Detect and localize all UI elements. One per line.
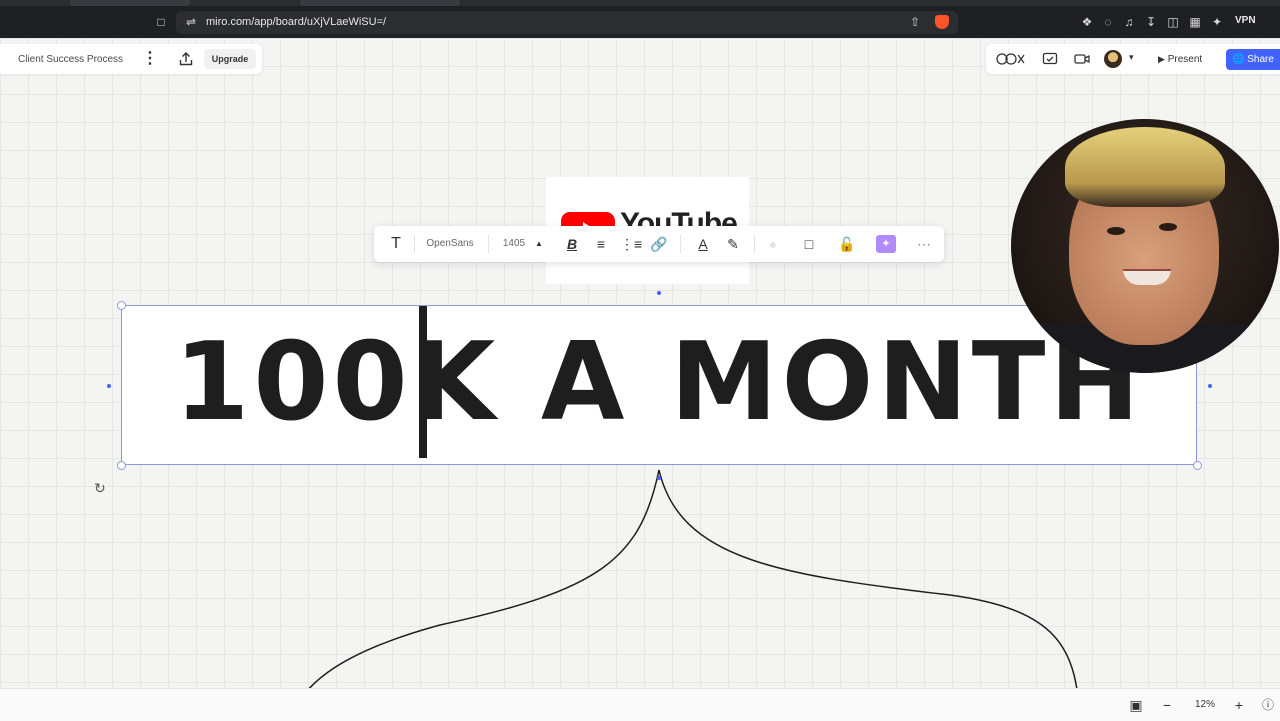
presenter-eye bbox=[1159, 223, 1177, 231]
board-name[interactable]: Client Success Process bbox=[18, 54, 123, 65]
connection-point[interactable] bbox=[657, 291, 661, 295]
divider bbox=[680, 235, 681, 253]
share-button[interactable]: 🌐 Share bbox=[1226, 49, 1280, 70]
more-options-icon[interactable]: ⋯ bbox=[914, 226, 934, 262]
wallet-icon[interactable]: ▦ bbox=[1188, 15, 1202, 29]
collab-panel: ▾ ▶ Present 🌐 Share bbox=[986, 44, 1280, 74]
resize-handle[interactable] bbox=[117, 461, 126, 470]
present-label: Present bbox=[1167, 54, 1203, 65]
help-icon[interactable]: ⓘ bbox=[1258, 695, 1278, 715]
align-center-icon[interactable]: ≡ bbox=[592, 226, 610, 262]
bullet-list-icon[interactable]: ⋮≡ bbox=[620, 226, 642, 262]
font-size-input[interactable]: 1405 bbox=[496, 226, 532, 262]
share-page-icon[interactable]: ⇧ bbox=[908, 15, 922, 29]
puzzle-icon[interactable]: ✦ bbox=[1210, 15, 1224, 29]
globe-icon: 🌐 bbox=[1232, 54, 1245, 65]
resize-handle[interactable] bbox=[1193, 461, 1202, 470]
sidebar-icon[interactable]: ◫ bbox=[1166, 15, 1180, 29]
download-icon[interactable]: ↧ bbox=[1144, 15, 1158, 29]
divider bbox=[488, 235, 489, 253]
text-format-toolbar: T OpenSans 1405 ▲ B ≡ ⋮≡ 🔗 A ✎ ● □ 🔓 ✦ ⋯ bbox=[374, 226, 944, 262]
share-label: Share bbox=[1247, 54, 1274, 65]
bold-icon[interactable]: B bbox=[564, 226, 580, 262]
zoom-out-icon[interactable]: − bbox=[1158, 695, 1176, 715]
upgrade-button[interactable]: Upgrade bbox=[204, 49, 256, 69]
chevron-down-icon[interactable]: ▾ bbox=[1129, 52, 1134, 63]
connection-point[interactable] bbox=[1208, 384, 1212, 388]
leo-icon[interactable]: ◌ bbox=[1101, 15, 1115, 29]
browser-tab[interactable] bbox=[300, 0, 460, 6]
timer-icon[interactable] bbox=[1042, 52, 1058, 66]
media-icon[interactable]: ♫ bbox=[1122, 15, 1136, 29]
play-icon: ▶ bbox=[1158, 54, 1165, 64]
fit-to-screen-icon[interactable]: ▣ bbox=[1126, 695, 1146, 715]
brave-shield-icon[interactable] bbox=[935, 15, 949, 29]
video-call-icon[interactable] bbox=[1074, 52, 1090, 66]
bookmark-icon[interactable]: □ bbox=[154, 15, 168, 29]
present-button[interactable]: ▶ Present bbox=[1158, 49, 1202, 69]
font-size-stepper-icon[interactable]: ▲ bbox=[532, 226, 546, 262]
divider bbox=[414, 235, 415, 253]
board-header-panel: Client Success Process ⋮ Upgrade bbox=[0, 44, 262, 74]
url-text: miro.com/app/board/uXjVLaeWiSU=/ bbox=[206, 16, 387, 28]
bottom-toolbar: ▣ − 12% + ⓘ bbox=[0, 688, 1280, 721]
presenter-eye bbox=[1107, 227, 1125, 235]
tab-strip bbox=[0, 0, 1280, 6]
zoom-level[interactable]: 12% bbox=[1188, 695, 1222, 715]
fill-color-icon[interactable]: ● bbox=[764, 226, 782, 262]
extensions-icon[interactable]: ❖ bbox=[1080, 15, 1094, 29]
zoom-in-icon[interactable]: + bbox=[1230, 695, 1248, 715]
presenter-hair bbox=[1065, 127, 1225, 207]
board-menu-icon[interactable]: ⋮ bbox=[142, 49, 158, 69]
divider bbox=[754, 235, 755, 253]
highlight-icon[interactable]: ✎ bbox=[724, 226, 742, 262]
text-color-icon[interactable]: A bbox=[694, 226, 712, 262]
resize-handle[interactable] bbox=[117, 301, 126, 310]
user-avatar[interactable] bbox=[1104, 50, 1122, 68]
link-icon[interactable]: 🔗 bbox=[650, 226, 668, 262]
comment-icon[interactable]: □ bbox=[800, 226, 818, 262]
rotate-icon[interactable]: ↻ bbox=[94, 480, 106, 497]
export-icon[interactable] bbox=[178, 51, 194, 67]
text-cursor bbox=[419, 306, 427, 458]
browser-toolbar: □ ⇌ miro.com/app/board/uXjVLaeWiSU=/ ⇧ ❖… bbox=[0, 0, 1280, 38]
connection-point[interactable] bbox=[657, 476, 661, 480]
browser-tab[interactable] bbox=[70, 0, 190, 6]
lock-icon[interactable]: 🔓 bbox=[838, 226, 856, 262]
ai-assist-icon[interactable]: ✦ bbox=[876, 235, 896, 253]
text-type-icon[interactable]: T bbox=[386, 226, 406, 262]
webcam-overlay bbox=[1011, 119, 1279, 373]
reactions-icon[interactable] bbox=[996, 52, 1028, 66]
site-settings-icon[interactable]: ⇌ bbox=[184, 15, 198, 29]
vpn-button[interactable]: VPN bbox=[1235, 15, 1256, 26]
font-family-select[interactable]: OpenSans bbox=[420, 226, 480, 262]
connection-point[interactable] bbox=[107, 384, 111, 388]
